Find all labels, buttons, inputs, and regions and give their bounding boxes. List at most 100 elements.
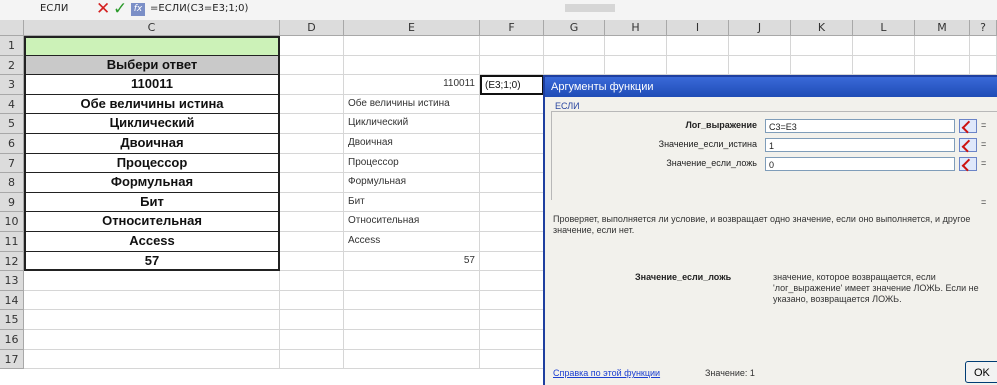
row-header[interactable]: 2 [0,55,24,76]
column-header-extra[interactable]: ? [970,20,997,36]
cell[interactable] [24,310,280,330]
cell[interactable] [280,55,344,76]
cell[interactable] [344,310,480,330]
cell[interactable] [970,55,997,76]
cell[interactable] [729,36,791,56]
answer-cell[interactable]: Двоичная [24,134,280,154]
cell[interactable] [915,55,970,76]
row-header[interactable]: 4 [0,94,24,115]
cell[interactable] [344,349,480,370]
cancel-formula-icon[interactable]: ✕ [96,0,110,19]
cell[interactable] [480,330,544,350]
active-cell-f3[interactable]: (E3;1;0) [480,75,544,95]
column-header-l[interactable]: L [853,20,915,36]
cell[interactable] [280,114,344,134]
cell[interactable] [480,114,544,134]
cell[interactable] [480,212,544,232]
cell[interactable] [280,94,344,115]
key-cell[interactable]: Двоичная [344,134,480,154]
cell[interactable] [280,330,344,350]
answer-cell[interactable]: Процессор [24,153,280,174]
cell[interactable] [605,36,667,56]
cell[interactable] [24,349,280,370]
row-header[interactable]: 14 [0,290,24,311]
cell[interactable] [280,232,344,252]
arg-input-if-false[interactable]: 0 [765,157,955,171]
row-header[interactable]: 9 [0,192,24,213]
cell[interactable] [480,36,544,56]
key-cell[interactable]: Относительная [344,212,480,232]
cell[interactable] [24,271,280,291]
column-header-f[interactable]: F [480,20,544,36]
cell[interactable] [480,290,544,311]
cell[interactable] [280,36,344,56]
key-cell[interactable]: Бит [344,192,480,213]
cell[interactable] [667,36,729,56]
row-header[interactable]: 17 [0,349,24,370]
cell[interactable] [480,173,544,193]
row-header[interactable]: 11 [0,232,24,252]
column-header-d[interactable]: D [280,20,344,36]
cell[interactable] [480,134,544,154]
answer-cell[interactable]: Access [24,232,280,252]
cell[interactable] [344,55,480,76]
cell[interactable] [280,349,344,370]
cell[interactable] [344,271,480,291]
column-header-i[interactable]: I [667,20,729,36]
answer-cell[interactable]: 110011 [24,75,280,95]
cell[interactable] [480,349,544,370]
key-cell[interactable]: 110011 [344,75,480,95]
cell[interactable] [480,271,544,291]
cell[interactable] [480,251,544,272]
cell[interactable] [344,290,480,311]
row-header[interactable]: 13 [0,271,24,291]
row-header[interactable]: 12 [0,251,24,272]
answer-cell[interactable] [24,36,280,56]
cell[interactable] [667,55,729,76]
cell[interactable] [344,330,480,350]
cell[interactable] [280,153,344,174]
cell[interactable] [280,134,344,154]
column-header-k[interactable]: K [791,20,853,36]
column-header-c[interactable]: C [24,20,280,36]
row-header[interactable]: 8 [0,173,24,193]
cell[interactable] [605,55,667,76]
answer-cell[interactable]: Относительная [24,212,280,232]
cell[interactable] [24,290,280,311]
collapse-dialog-icon[interactable] [959,119,977,133]
cell[interactable] [480,55,544,76]
cell[interactable] [480,310,544,330]
column-header-j[interactable]: J [729,20,791,36]
arg-input-logical[interactable]: C3=E3 [765,119,955,133]
formula-input[interactable]: =ЕСЛИ(C3=E3;1;0) [150,3,248,14]
answer-cell[interactable]: Выбери ответ [24,55,280,76]
key-cell[interactable]: 57 [344,251,480,272]
name-box[interactable]: ЕСЛИ [40,3,68,14]
arg-input-if-true[interactable]: 1 [765,138,955,152]
collapse-dialog-icon[interactable] [959,157,977,171]
cell[interactable] [915,36,970,56]
row-header[interactable]: 5 [0,114,24,134]
collapse-dialog-icon[interactable] [959,138,977,152]
column-header-e[interactable]: E [344,20,480,36]
key-cell[interactable]: Процессор [344,153,480,174]
cell[interactable] [280,251,344,272]
cell[interactable] [791,55,853,76]
enter-formula-icon[interactable]: ✓ [113,0,127,19]
key-cell[interactable]: Access [344,232,480,252]
answer-cell[interactable]: Обе величины истина [24,94,280,115]
column-header-h[interactable]: H [605,20,667,36]
cell[interactable] [280,212,344,232]
insert-function-icon[interactable]: fx [131,3,145,16]
help-link[interactable]: Справка по этой функции [553,368,660,378]
answer-cell[interactable]: Циклический [24,114,280,134]
cell[interactable] [544,55,605,76]
cell[interactable] [280,173,344,193]
answer-cell[interactable]: Бит [24,192,280,213]
row-header[interactable]: 1 [0,36,24,56]
column-header-m[interactable]: M [915,20,970,36]
cell[interactable] [853,55,915,76]
row-header[interactable]: 15 [0,310,24,330]
key-cell[interactable]: Обе величины истина [344,94,480,115]
row-header[interactable]: 6 [0,134,24,154]
